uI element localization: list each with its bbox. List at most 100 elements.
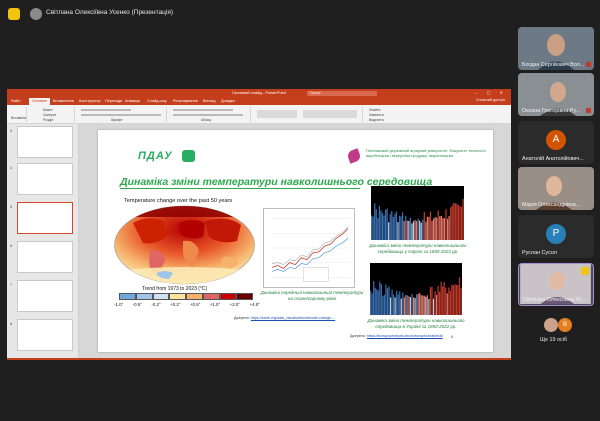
slide-thumbnails-pane: 3 4 5 6 7 8 bbox=[7, 124, 79, 360]
more-participants-photo[interactable] bbox=[544, 318, 558, 332]
stripe-bar bbox=[414, 219, 416, 240]
stripe-bar bbox=[457, 285, 459, 315]
stripe-bar bbox=[452, 285, 455, 315]
presenter-title: Світлана Олексіївна Усенко (Презентація) bbox=[46, 9, 174, 16]
slide-thumbnail[interactable] bbox=[17, 319, 73, 351]
stripe-bar bbox=[400, 298, 402, 315]
legend-tick: +1.0° bbox=[209, 302, 221, 307]
stripe-bar bbox=[426, 216, 429, 240]
slide-thumbnail-active[interactable] bbox=[17, 202, 73, 234]
leaf-logo-icon bbox=[182, 150, 195, 162]
university-logo-icon bbox=[346, 148, 362, 164]
more-participants-avatar[interactable]: В bbox=[558, 318, 572, 332]
tab-view[interactable]: Вигляд bbox=[203, 99, 215, 103]
stripe-bar bbox=[434, 217, 436, 240]
share-button[interactable]: Спільний доступ bbox=[476, 98, 505, 102]
status-bar bbox=[7, 358, 511, 360]
stripe-bar bbox=[435, 294, 438, 315]
stripe-bar bbox=[393, 294, 395, 315]
participant-tile[interactable]: Оксана Григорівна Ру... bbox=[518, 73, 594, 116]
europe-warming-stripes-image bbox=[371, 186, 464, 240]
layout-button[interactable]: Макет bbox=[43, 108, 53, 112]
slide-thumbnail[interactable] bbox=[17, 163, 73, 195]
stripe-bar bbox=[439, 216, 441, 240]
ribbon-group-font: Шрифт bbox=[77, 107, 167, 122]
stripe-bar bbox=[429, 211, 432, 240]
stripe-bar bbox=[457, 204, 460, 240]
slide-thumbnail[interactable] bbox=[17, 241, 73, 273]
stripe-bar bbox=[388, 286, 390, 315]
map-title: Temperature change over the past 50 year… bbox=[124, 198, 233, 204]
paste-button[interactable]: Вставити bbox=[11, 116, 26, 120]
stripe-bar bbox=[409, 297, 412, 315]
stripe-bar bbox=[372, 216, 374, 240]
presenter-avatar bbox=[30, 8, 42, 20]
slide-thumbnail[interactable] bbox=[17, 280, 73, 312]
replace-button[interactable]: Замінити bbox=[369, 113, 384, 117]
source-1-label: Джерело: bbox=[234, 316, 250, 320]
participant-tile[interactable]: Марія Олександрівна... bbox=[518, 167, 594, 210]
stripe-bar bbox=[429, 287, 432, 315]
stripe-bar bbox=[389, 297, 392, 315]
search-input[interactable]: Пошук bbox=[307, 90, 377, 96]
stripe-bar bbox=[425, 296, 427, 315]
legend-tick: +0.5° bbox=[189, 302, 201, 307]
legend-tick: +4.0° bbox=[249, 302, 260, 307]
tab-design[interactable]: Конструктор bbox=[79, 99, 101, 103]
legend-tick: -0.5° bbox=[132, 302, 143, 307]
map-legend-colorbar bbox=[119, 293, 253, 300]
source-1-link[interactable]: https://earth.org/data_visualization/cli… bbox=[251, 316, 335, 320]
stripe-bar bbox=[414, 297, 416, 315]
app-icon[interactable] bbox=[8, 8, 20, 20]
stripe-bar bbox=[377, 217, 379, 240]
tab-animations[interactable]: Анімація bbox=[125, 99, 140, 103]
stripe-bar bbox=[378, 206, 380, 240]
stripe-bar bbox=[448, 215, 450, 240]
slide-thumbnail[interactable] bbox=[17, 126, 73, 158]
stripe-bar bbox=[420, 295, 422, 315]
stripe-bar bbox=[460, 206, 463, 240]
tab-file[interactable]: Файл bbox=[11, 99, 20, 103]
tab-slideshow[interactable]: Слайд-шоу bbox=[147, 99, 167, 103]
more-participants-label[interactable]: Ще 19 осіб bbox=[540, 337, 567, 343]
legend-swatch bbox=[152, 293, 170, 300]
source-2-link[interactable]: https://showyourstripes.info/c/europe/uk… bbox=[367, 334, 443, 338]
stripe-bar bbox=[443, 282, 445, 315]
section-button[interactable]: Розділ bbox=[43, 118, 53, 122]
tab-insert[interactable]: Вставлення bbox=[53, 99, 74, 103]
stripe-bar bbox=[446, 218, 449, 240]
stripe-bar bbox=[376, 289, 378, 315]
participant-avatar: A bbox=[546, 130, 566, 150]
global-temperature-chart-image bbox=[263, 208, 355, 288]
participant-tile-active-speaker[interactable]: Світлана Олексіївна Ус... bbox=[518, 263, 594, 306]
university-name: Полтавський державний аграрний університ… bbox=[366, 149, 486, 158]
source-2: Джерело: https://showyourstripes.info/c/… bbox=[350, 334, 443, 338]
current-slide[interactable]: ПДАУ Полтавський державний аграрний унів… bbox=[98, 130, 493, 352]
paragraph-group-label: Абзац bbox=[201, 118, 211, 122]
participant-tile[interactable]: P Руслан Сусол bbox=[518, 215, 594, 258]
stripe-bar bbox=[406, 295, 409, 315]
reset-button[interactable]: Скинути bbox=[43, 113, 56, 117]
select-button[interactable]: Виділити bbox=[369, 118, 384, 122]
tab-home[interactable]: Основне bbox=[29, 98, 51, 105]
ribbon-group-slides: Макет Скинути Розділ bbox=[29, 107, 75, 122]
stripe-bar bbox=[425, 221, 427, 240]
stripe-bar bbox=[440, 215, 442, 240]
tab-review[interactable]: Рецензування bbox=[173, 99, 198, 103]
stripe-bar bbox=[398, 215, 401, 240]
stripe-bar bbox=[379, 281, 381, 315]
stripe-bar bbox=[391, 289, 393, 315]
stripe-bar bbox=[428, 216, 430, 240]
participant-tile[interactable]: Богдан Сергійович Вол... bbox=[518, 27, 594, 70]
stripe-bar bbox=[397, 294, 399, 315]
tab-transitions[interactable]: Переходи bbox=[105, 99, 122, 103]
stripe-bar bbox=[403, 297, 405, 315]
stripe-bar bbox=[383, 215, 385, 240]
tab-help[interactable]: Довідка bbox=[221, 99, 235, 103]
stripe-bar bbox=[392, 216, 394, 240]
participant-tile[interactable]: A Анатолій Анатолійович... bbox=[518, 121, 594, 164]
ribbon-group-drawing bbox=[253, 107, 363, 122]
window-controls[interactable]: – ▢ ✕ bbox=[475, 90, 507, 95]
find-button[interactable]: Знайти bbox=[369, 108, 381, 112]
participant-name: Богдан Сергійович Вол... bbox=[522, 62, 585, 68]
